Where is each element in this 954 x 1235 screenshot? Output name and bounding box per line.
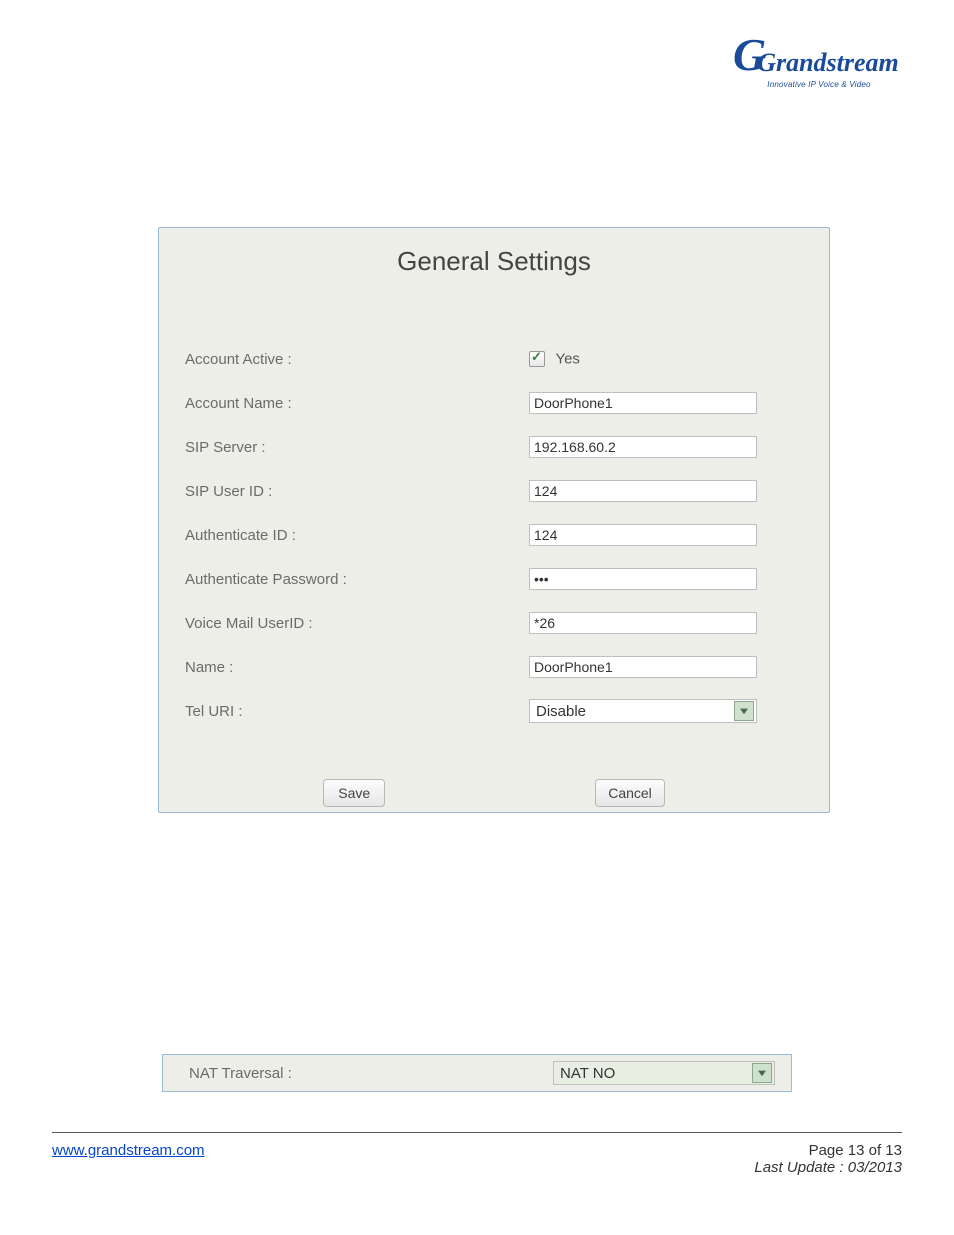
footer-link[interactable]: www.grandstream.com (52, 1142, 205, 1176)
label-account-active: Account Active : (159, 351, 529, 368)
save-button[interactable]: Save (323, 779, 385, 807)
button-bar: Save Cancel (159, 779, 829, 807)
input-account-name[interactable] (529, 392, 757, 414)
input-sip-user-id[interactable] (529, 480, 757, 502)
row-tel-uri: Tel URI : Disable (159, 689, 829, 733)
settings-form: Account Active : Yes Account Name : SIP … (159, 337, 829, 733)
label-voice-mail: Voice Mail UserID : (159, 615, 529, 632)
label-tel-uri: Tel URI : (159, 703, 529, 720)
nat-traversal-strip: NAT Traversal : NAT NO (162, 1054, 792, 1092)
label-auth-id: Authenticate ID : (159, 527, 529, 544)
row-sip-server: SIP Server : (159, 425, 829, 469)
select-tel-uri[interactable]: Disable (529, 699, 757, 723)
panel-title: General Settings (159, 246, 829, 277)
brand-tagline: Innovative IP Voice & Video (739, 80, 899, 89)
label-sip-server: SIP Server : (159, 439, 529, 456)
page-footer: www.grandstream.com Page 13 of 13 Last U… (52, 1142, 902, 1176)
select-nat-traversal-value: NAT NO (554, 1065, 750, 1082)
row-auth-id: Authenticate ID : (159, 513, 829, 557)
cancel-button[interactable]: Cancel (595, 779, 665, 807)
label-name: Name : (159, 659, 529, 676)
input-name[interactable] (529, 656, 757, 678)
label-sip-user-id: SIP User ID : (159, 483, 529, 500)
footer-divider (52, 1132, 902, 1133)
select-nat-traversal[interactable]: NAT NO (553, 1061, 775, 1085)
input-auth-id[interactable] (529, 524, 757, 546)
input-sip-server[interactable] (529, 436, 757, 458)
general-settings-panel: General Settings Account Active : Yes Ac… (158, 227, 830, 813)
footer-last-update: Last Update : 03/2013 (754, 1159, 902, 1176)
input-auth-password[interactable] (529, 568, 757, 590)
row-account-active: Account Active : Yes (159, 337, 829, 381)
chevron-down-icon (734, 701, 754, 721)
row-sip-user-id: SIP User ID : (159, 469, 829, 513)
checkbox-account-active-label: Yes (555, 350, 579, 367)
select-tel-uri-value: Disable (530, 703, 732, 720)
label-account-name: Account Name : (159, 395, 529, 412)
brand-logo: GGrandstream Innovative IP Voice & Video (739, 50, 899, 89)
chevron-down-icon (752, 1063, 772, 1083)
row-name: Name : (159, 645, 829, 689)
checkbox-account-active[interactable] (529, 351, 545, 367)
brand-name: Grandstream (757, 48, 899, 77)
label-nat-traversal: NAT Traversal : (163, 1065, 553, 1082)
input-voice-mail[interactable] (529, 612, 757, 634)
label-auth-password: Authenticate Password : (159, 571, 529, 588)
row-auth-password: Authenticate Password : (159, 557, 829, 601)
footer-page-number: Page 13 of 13 (754, 1142, 902, 1159)
row-voice-mail: Voice Mail UserID : (159, 601, 829, 645)
row-account-name: Account Name : (159, 381, 829, 425)
